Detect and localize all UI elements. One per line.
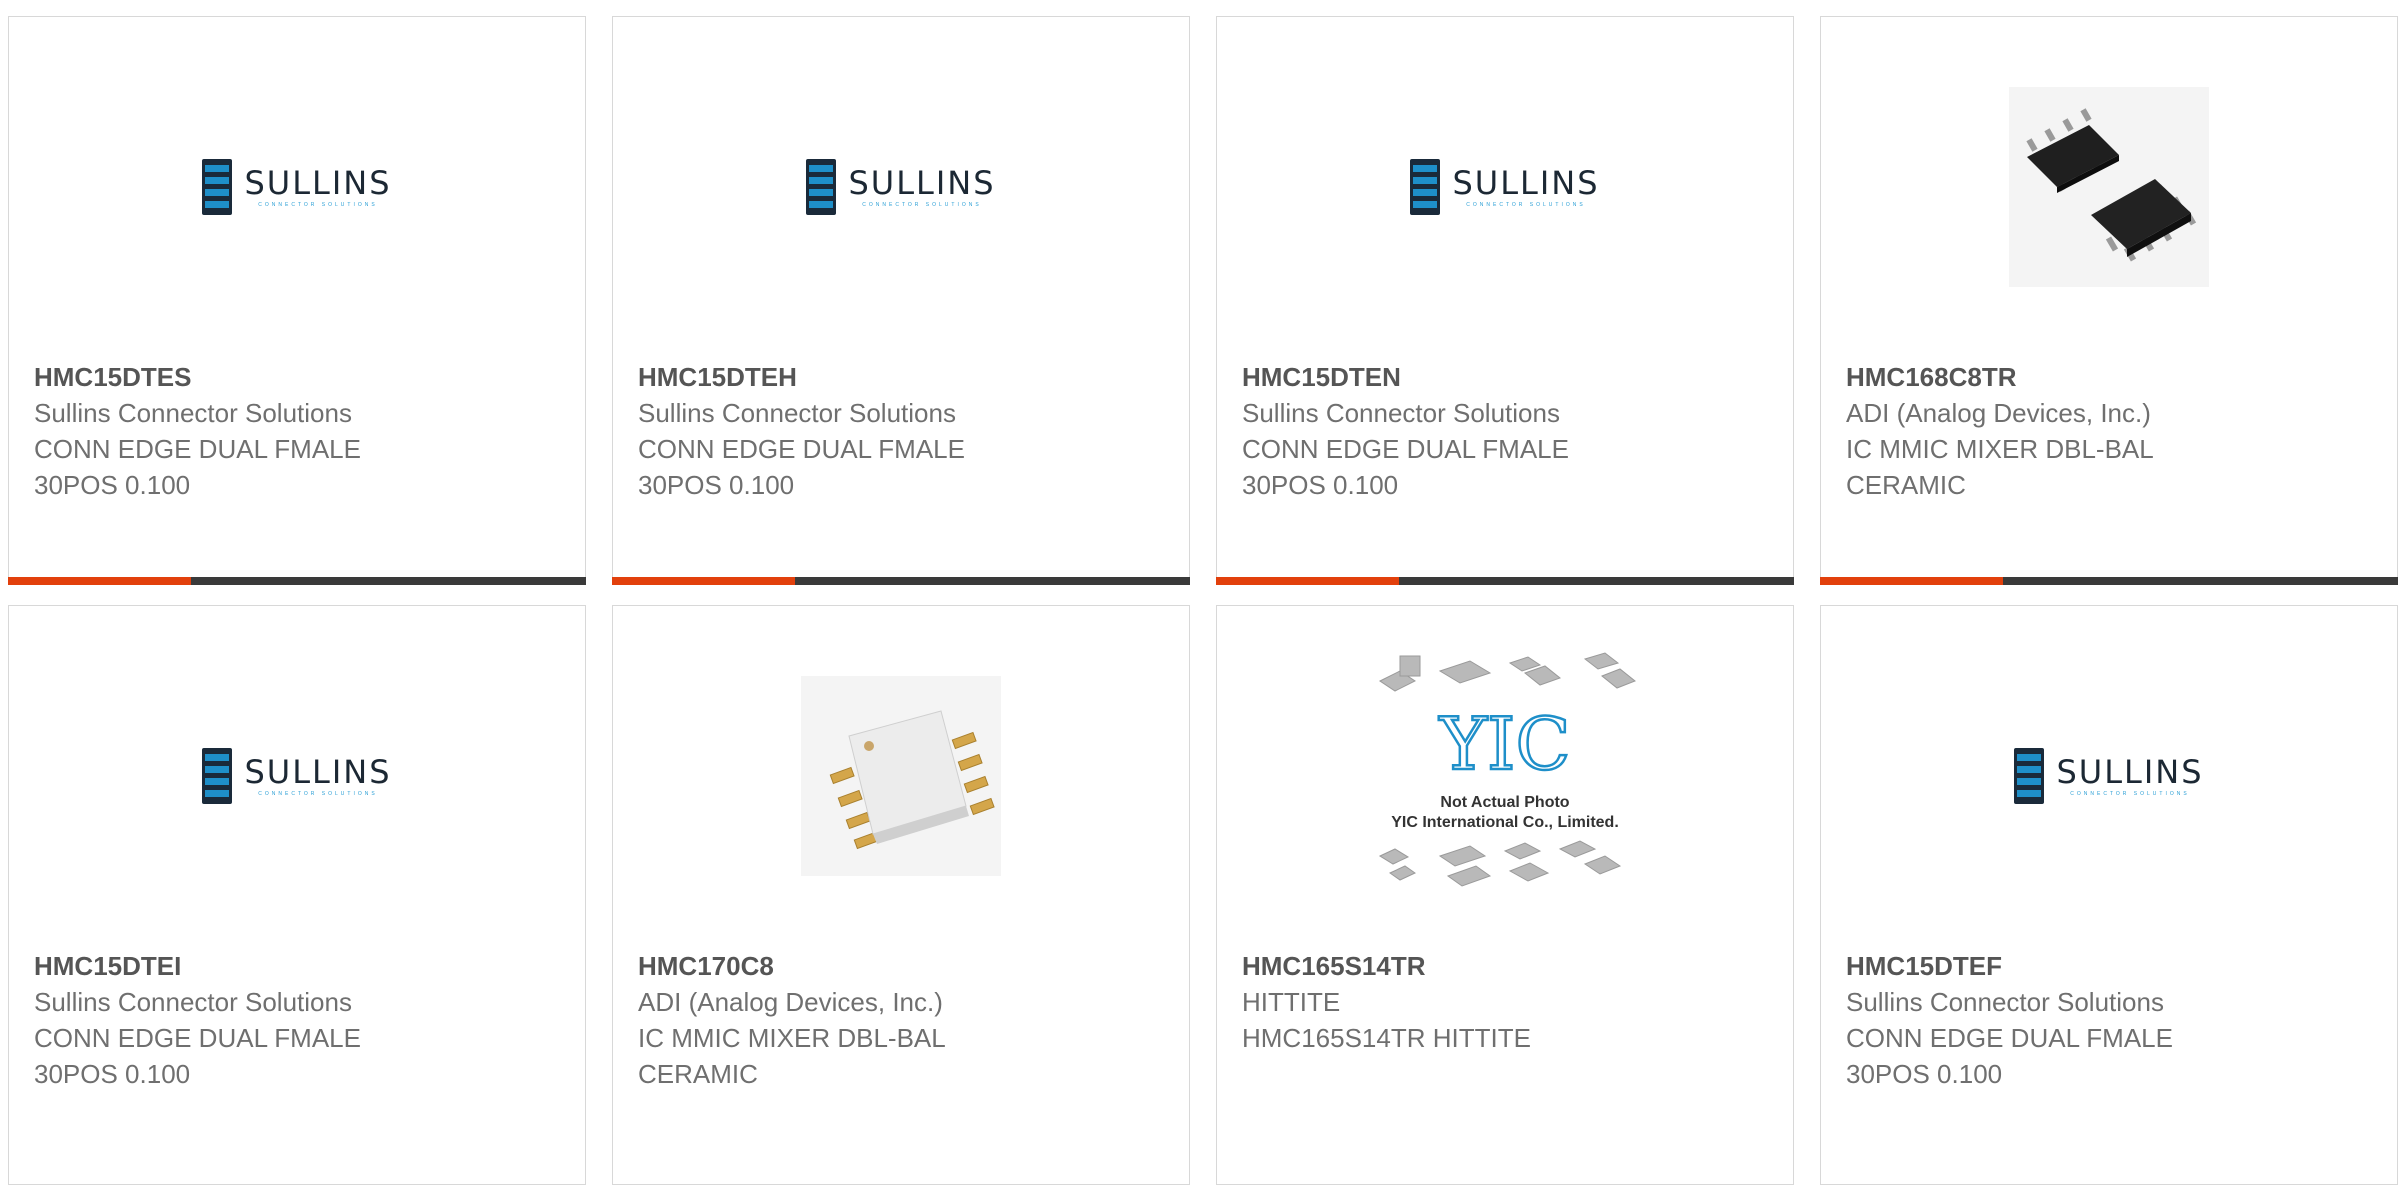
yic-line-1: Not Actual Photo <box>1440 794 1569 811</box>
sullins-logo-mark <box>806 159 837 215</box>
sullins-logo-mark <box>202 748 233 804</box>
sullins-logo-word: SULLINS <box>2056 753 2204 791</box>
product-card[interactable]: SULLINS CONNECTOR SOLUTIONS HMC15DTEH Su… <box>612 16 1190 585</box>
manufacturer: Sullins Connector Solutions <box>1846 987 2164 1017</box>
part-number[interactable]: HMC15DTEI <box>34 948 565 984</box>
manufacturer: HITTITE <box>1242 987 1341 1017</box>
sullins-logo-word: SULLINS <box>244 753 392 791</box>
card-bottom-bar <box>1820 577 2398 585</box>
part-number[interactable]: HMC15DTES <box>34 359 565 395</box>
sullins-logo: SULLINS CONNECTOR SOLUTIONS <box>1410 159 1599 215</box>
sullins-logo-word: SULLINS <box>1452 164 1600 202</box>
soic-chip-photo <box>2009 87 2209 287</box>
product-image[interactable]: YIC Not Actual Photo YIC International C… <box>1217 606 1793 946</box>
sullins-logo-mark <box>1410 159 1441 215</box>
product-card[interactable]: SULLINS CONNECTOR SOLUTIONS HMC15DTEI Su… <box>8 605 586 1185</box>
yic-placeholder-image: YIC Not Actual Photo YIC International C… <box>1370 651 1640 901</box>
description: CONN EDGE DUAL FMALE 30POS 0.100 <box>34 434 361 500</box>
manufacturer: Sullins Connector Solutions <box>34 398 352 428</box>
product-image[interactable]: SULLINS CONNECTOR SOLUTIONS <box>9 17 585 357</box>
part-number[interactable]: HMC15DTEH <box>638 359 1169 395</box>
card-bottom-bar <box>612 577 1190 585</box>
manufacturer: ADI (Analog Devices, Inc.) <box>638 987 943 1017</box>
description: HMC165S14TR HITTITE <box>1242 1023 1531 1053</box>
sullins-logo: SULLINS CONNECTOR SOLUTIONS <box>202 159 391 215</box>
card-accent <box>612 577 795 585</box>
sullins-logo-word: SULLINS <box>848 164 996 202</box>
sullins-logo-sub: CONNECTOR SOLUTIONS <box>1466 202 1586 208</box>
product-card[interactable]: SULLINS CONNECTOR SOLUTIONS HMC15DTES Su… <box>8 16 586 585</box>
sullins-logo: SULLINS CONNECTOR SOLUTIONS <box>202 748 391 804</box>
card-bottom-bar <box>1216 577 1794 585</box>
product-image[interactable]: SULLINS CONNECTOR SOLUTIONS <box>1217 17 1793 357</box>
manufacturer: Sullins Connector Solutions <box>638 398 956 428</box>
sullins-logo-mark <box>2014 748 2045 804</box>
sullins-logo: SULLINS CONNECTOR SOLUTIONS <box>2014 748 2203 804</box>
card-accent <box>1216 577 1399 585</box>
product-grid: SULLINS CONNECTOR SOLUTIONS HMC15DTES Su… <box>0 0 2400 1185</box>
part-number[interactable]: HMC15DTEN <box>1242 359 1773 395</box>
card-accent <box>1820 577 2003 585</box>
part-number[interactable]: HMC168C8TR <box>1846 359 2377 395</box>
product-image[interactable] <box>613 606 1189 946</box>
yic-line-2: YIC International Co., Limited. <box>1391 814 1619 831</box>
description: CONN EDGE DUAL FMALE 30POS 0.100 <box>1846 1023 2173 1089</box>
description: IC MMIC MIXER DBL-BAL CERAMIC <box>1846 434 2153 500</box>
product-image[interactable]: SULLINS CONNECTOR SOLUTIONS <box>1821 606 2397 946</box>
product-card[interactable]: HMC168C8TR ADI (Analog Devices, Inc.) IC… <box>1820 16 2398 585</box>
card-accent <box>8 577 191 585</box>
description: CONN EDGE DUAL FMALE 30POS 0.100 <box>34 1023 361 1089</box>
product-card[interactable]: HMC170C8 ADI (Analog Devices, Inc.) IC M… <box>612 605 1190 1185</box>
description: IC MMIC MIXER DBL-BAL CERAMIC <box>638 1023 945 1089</box>
yic-logo: YIC <box>1438 702 1570 786</box>
ceramic-chip-photo <box>801 676 1001 876</box>
description: CONN EDGE DUAL FMALE 30POS 0.100 <box>638 434 965 500</box>
manufacturer: ADI (Analog Devices, Inc.) <box>1846 398 2151 428</box>
product-card[interactable]: SULLINS CONNECTOR SOLUTIONS HMC15DTEF Su… <box>1820 605 2398 1185</box>
part-number[interactable]: HMC165S14TR <box>1242 948 1773 984</box>
product-card[interactable]: SULLINS CONNECTOR SOLUTIONS HMC15DTEN Su… <box>1216 16 1794 585</box>
sullins-logo-mark <box>202 159 233 215</box>
part-number[interactable]: HMC15DTEF <box>1846 948 2377 984</box>
sullins-logo: SULLINS CONNECTOR SOLUTIONS <box>806 159 995 215</box>
sullins-logo-sub: CONNECTOR SOLUTIONS <box>2070 791 2190 797</box>
manufacturer: Sullins Connector Solutions <box>1242 398 1560 428</box>
part-number[interactable]: HMC170C8 <box>638 948 1169 984</box>
product-image[interactable]: SULLINS CONNECTOR SOLUTIONS <box>613 17 1189 357</box>
product-card[interactable]: YIC Not Actual Photo YIC International C… <box>1216 605 1794 1185</box>
sullins-logo-sub: CONNECTOR SOLUTIONS <box>258 791 378 797</box>
sullins-logo-word: SULLINS <box>244 164 392 202</box>
product-image[interactable] <box>1821 17 2397 357</box>
card-bottom-bar <box>8 577 586 585</box>
sullins-logo-sub: CONNECTOR SOLUTIONS <box>258 202 378 208</box>
manufacturer: Sullins Connector Solutions <box>34 987 352 1017</box>
sullins-logo-sub: CONNECTOR SOLUTIONS <box>862 202 982 208</box>
description: CONN EDGE DUAL FMALE 30POS 0.100 <box>1242 434 1569 500</box>
product-image[interactable]: SULLINS CONNECTOR SOLUTIONS <box>9 606 585 946</box>
